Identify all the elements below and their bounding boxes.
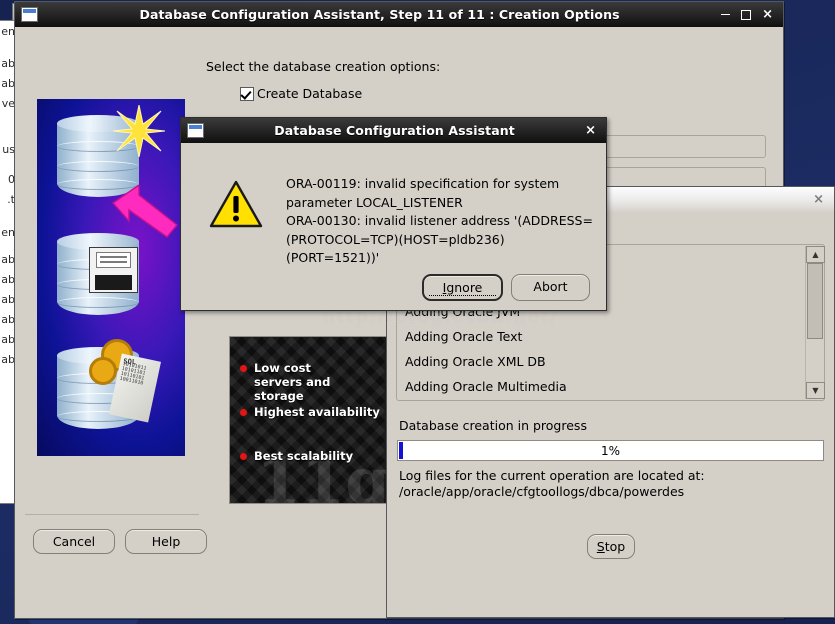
close-icon[interactable]: × [762, 8, 773, 21]
bullet-dot-icon [240, 409, 247, 416]
stop-button-label: Stop [596, 539, 626, 554]
bg-fragment: ab [1, 293, 15, 306]
close-icon[interactable]: × [813, 193, 824, 206]
floppy-disk-icon [89, 247, 138, 293]
error-dialog[interactable]: Database Configuration Assistant × ORA-0… [180, 117, 607, 311]
close-icon[interactable]: × [585, 124, 596, 137]
bullet-dot-icon [240, 365, 247, 372]
star-icon [113, 105, 165, 157]
scroll-up-icon[interactable]: ▲ [806, 246, 825, 263]
progress-bar: 1% [397, 440, 824, 461]
minimize-icon[interactable] [721, 14, 731, 15]
progress-bar-percent: 1% [600, 443, 621, 458]
maximize-icon[interactable] [741, 9, 752, 20]
error-dialog-titlebar[interactable]: Database Configuration Assistant × [181, 118, 606, 144]
artwork-sidebar: SQL 10101011 10101101 10110101 10011010 [25, 79, 199, 558]
window-menu-icon[interactable] [187, 123, 204, 138]
error-dialog-buttons[interactable]: Ignore Abort [422, 274, 590, 301]
bg-fragment: ve [1, 97, 15, 110]
bg-fragment: ab [1, 313, 15, 326]
abort-button-label: Abort [533, 279, 568, 294]
bg-fragment: en [1, 226, 15, 239]
error-line: (PROTOCOL=TCP)(HOST=pldb236)(PORT=1521))… [286, 231, 505, 266]
cancel-button[interactable]: Cancel [33, 529, 115, 554]
main-window-titlebar[interactable]: Database Configuration Assistant, Step 1… [15, 2, 783, 28]
checkbox-create-database[interactable]: Create Database [240, 86, 362, 101]
bg-fragment: ab [1, 253, 15, 266]
bullet-dot-icon [240, 453, 247, 460]
bg-fragment: en [1, 25, 15, 38]
ad-bullet: Highest availability [240, 405, 386, 419]
ad-bullet-label: Best scalability [254, 449, 354, 463]
bg-fragment: ab [1, 57, 15, 70]
list-item: Adding Oracle Text [405, 329, 523, 344]
oracle-database-artwork: SQL 10101011 10101101 10110101 10011010 [37, 99, 185, 456]
error-dialog-body: ORA-00119: invalid specification for sys… [181, 143, 606, 310]
ignore-button[interactable]: Ignore [422, 274, 503, 301]
creation-options-prompt: Select the database creation options: [206, 59, 441, 74]
error-dialog-title: Database Configuration Assistant [274, 123, 515, 138]
bg-fragment: ab [1, 333, 15, 346]
ad-bullet: Best scalability [240, 449, 386, 463]
checkbox-icon[interactable] [240, 86, 254, 101]
stop-button[interactable]: Stop [587, 534, 635, 559]
bg-fragment: ab [1, 273, 15, 286]
progress-list-scrollbar[interactable]: ▲ ▼ [805, 246, 825, 399]
sidebar-separator [25, 514, 199, 515]
ad-bullet-label: Highest availability [254, 405, 380, 419]
progress-status-label: Database creation in progress [399, 418, 587, 433]
log-label: Log files for the current operation are … [399, 468, 705, 483]
error-line: parameter LOCAL_LISTENER [286, 194, 463, 210]
list-item: Adding Oracle Multimedia [405, 379, 567, 394]
bg-fragment: ab [1, 353, 15, 366]
cancel-button-label: Cancel [52, 534, 96, 549]
main-window-controls[interactable]: × [721, 8, 773, 21]
gear-small-icon [89, 357, 117, 385]
window-menu-icon[interactable] [21, 7, 38, 22]
scrollbar-thumb[interactable] [807, 263, 823, 339]
help-button-label: Help [151, 534, 181, 549]
log-path: /oracle/app/oracle/cfgtoollogs/dbca/powe… [399, 484, 685, 499]
abort-button[interactable]: Abort [511, 274, 590, 301]
error-line: ORA-00119: invalid specification for sys… [286, 176, 560, 191]
main-window-title: Database Configuration Assistant, Step 1… [139, 7, 620, 22]
error-line: ORA-00130: invalid listener address '(AD… [286, 213, 593, 228]
oracle-ad-panel: 11g Low cost servers and storage Highest… [229, 336, 393, 504]
ignore-button-label: Ignore [428, 280, 497, 296]
scroll-down-icon[interactable]: ▼ [806, 382, 825, 399]
checkbox-label: Create Database [257, 86, 363, 101]
bg-fragment: ab [1, 77, 15, 90]
progress-window-controls[interactable]: × [813, 193, 824, 206]
magenta-arrow-icon [111, 185, 178, 238]
ad-bullet-label: Low cost servers and storage [254, 361, 331, 403]
help-button[interactable]: Help [125, 529, 207, 554]
error-message: ORA-00119: invalid specification for sys… [286, 175, 594, 268]
sql-scroll-label: SQL [123, 357, 137, 367]
log-location-text: Log files for the current operation are … [399, 468, 824, 500]
warning-icon [209, 180, 263, 228]
ad-bullet: Low cost servers and storage [240, 361, 362, 403]
main-window-buttons[interactable]: Cancel Help [33, 529, 207, 554]
list-item: Adding Oracle XML DB [405, 354, 546, 369]
error-dialog-controls[interactable]: × [585, 124, 596, 137]
